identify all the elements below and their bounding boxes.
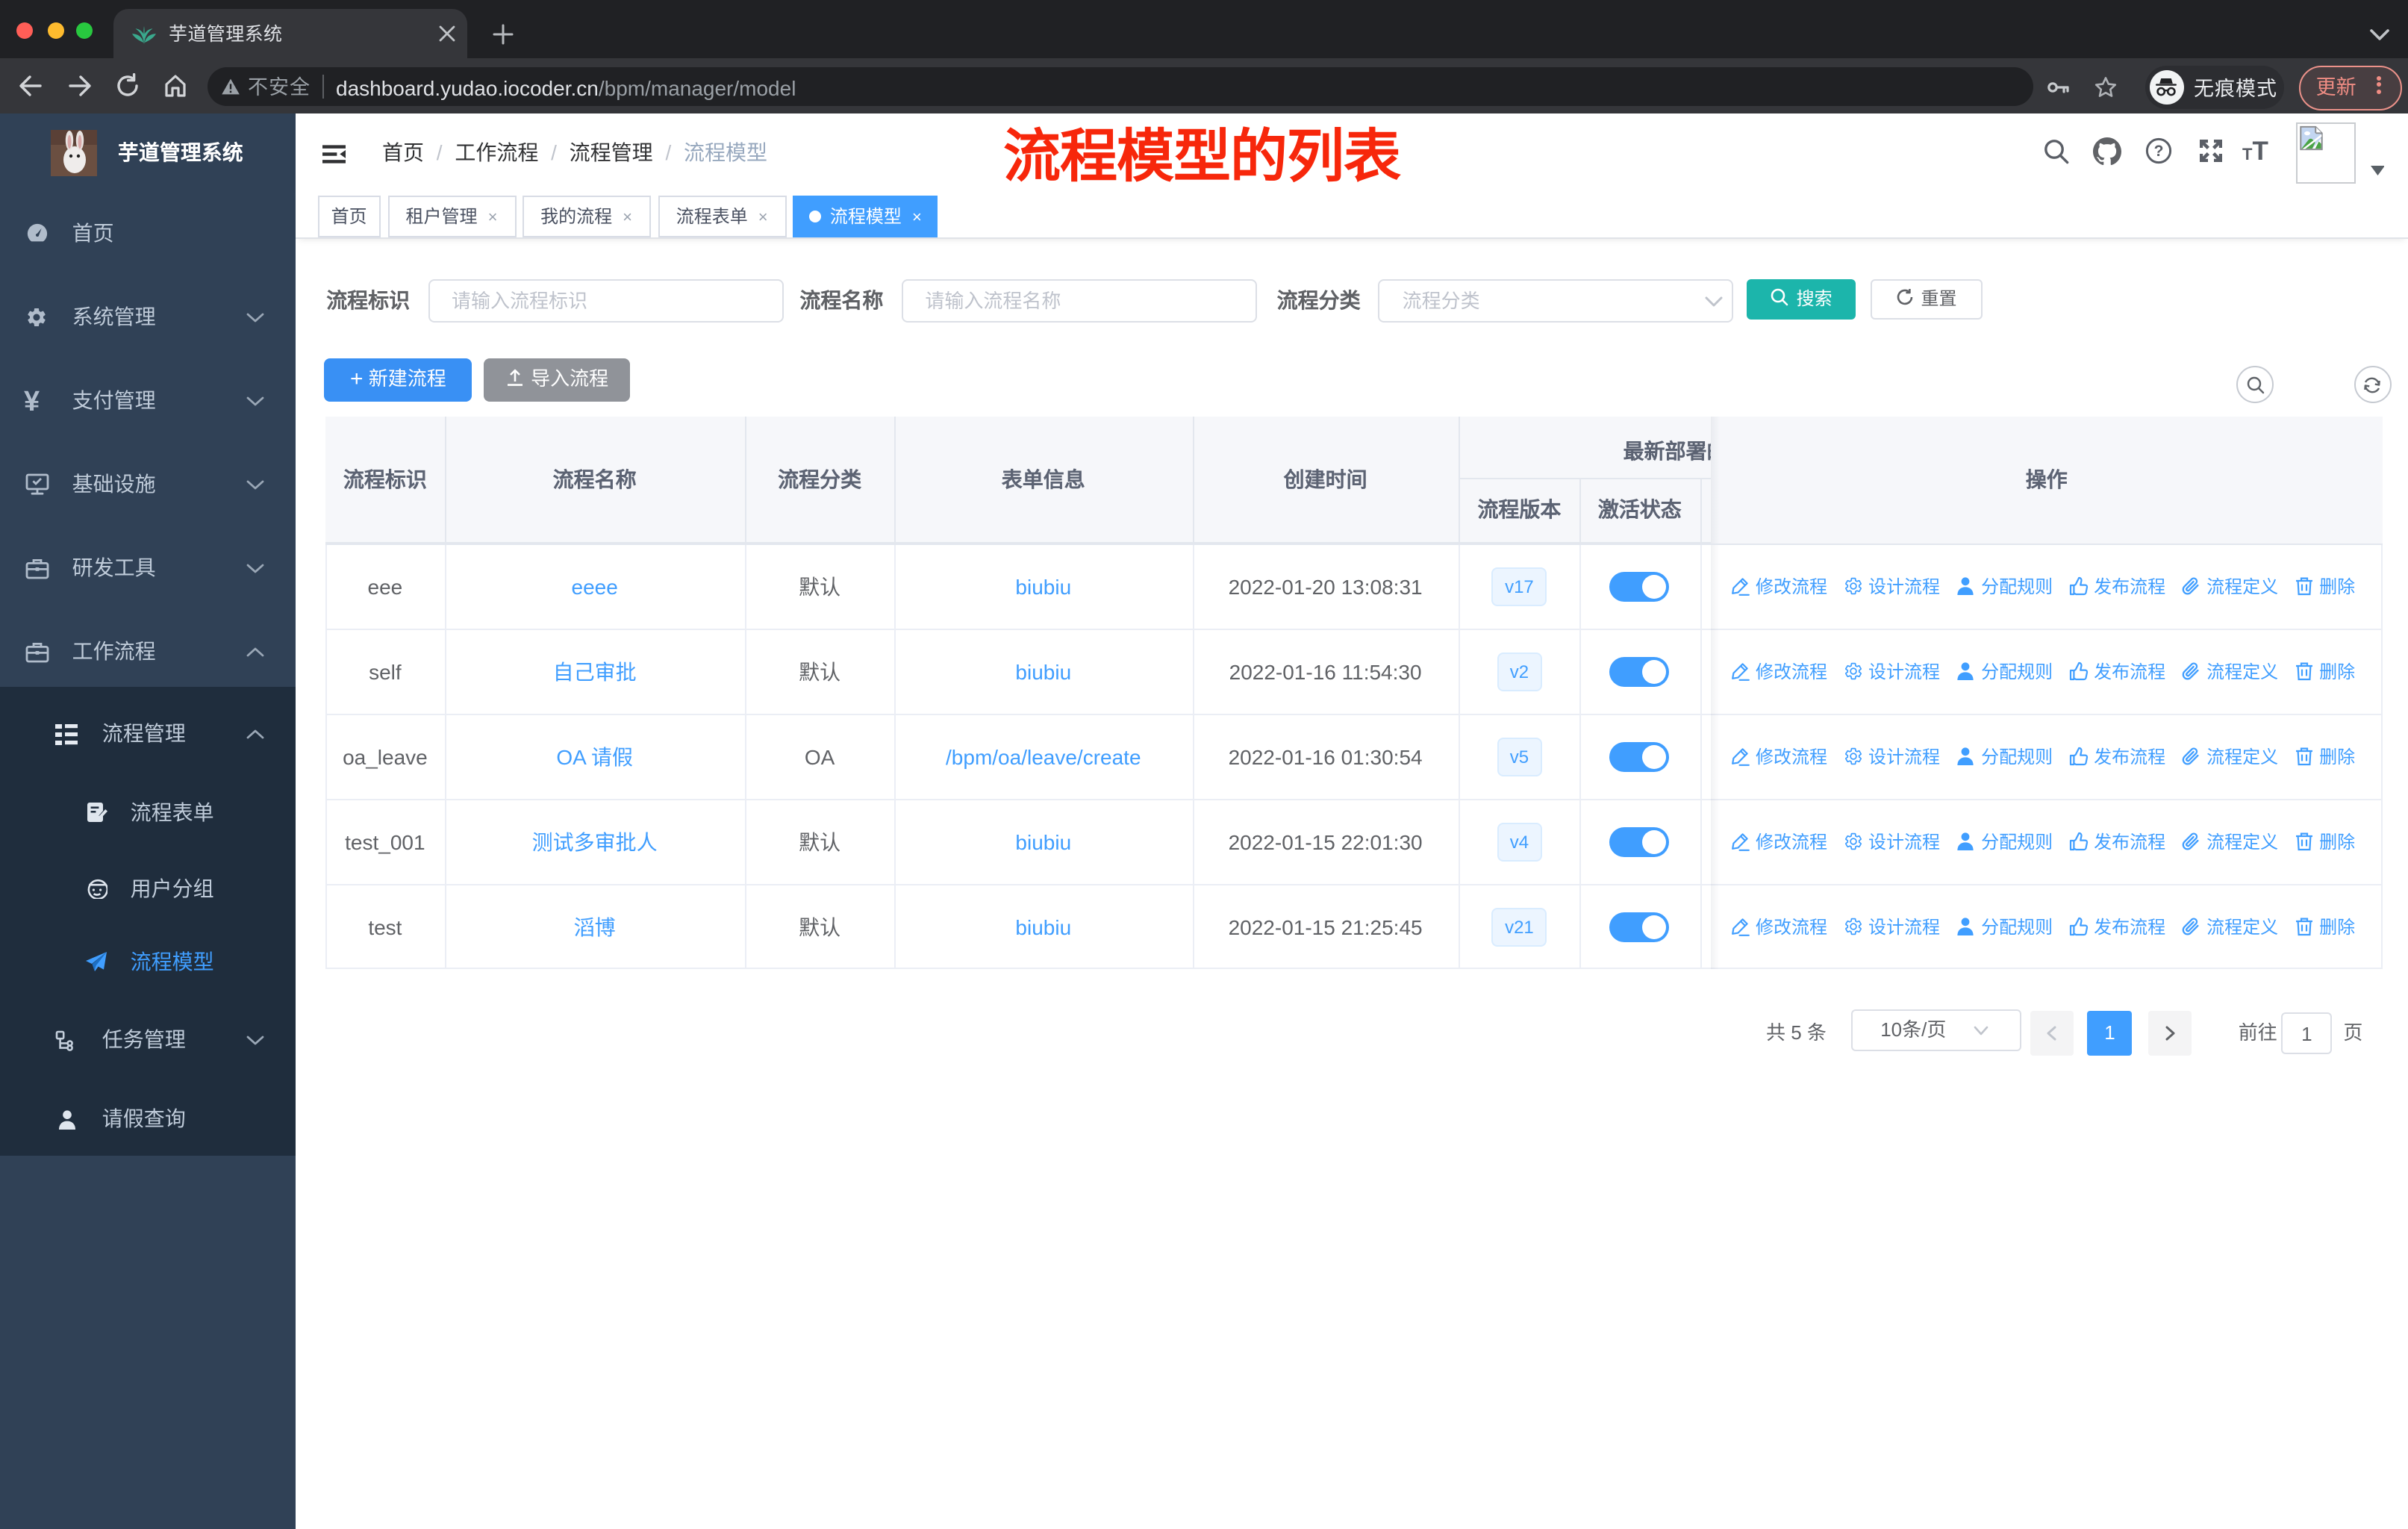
svg-text:?: ? — [2154, 143, 2164, 160]
